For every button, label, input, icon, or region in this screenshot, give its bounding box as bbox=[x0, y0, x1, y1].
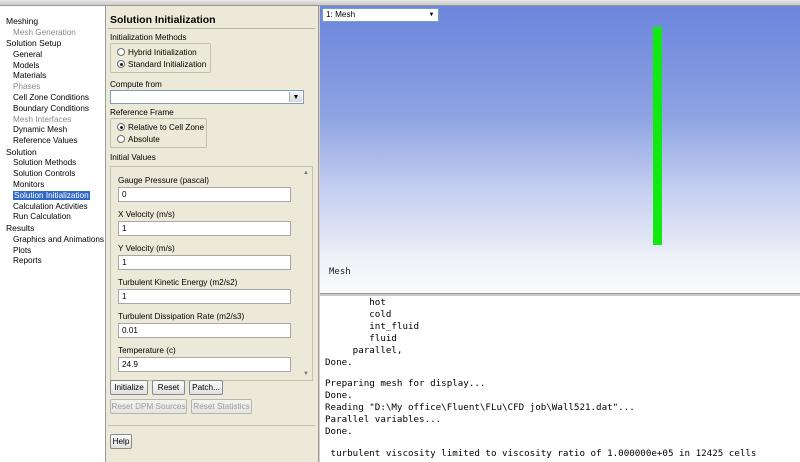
solution-initialization-panel: Solution Initialization Initialization M… bbox=[106, 6, 319, 462]
nav-item-reports[interactable]: Reports bbox=[0, 256, 105, 267]
console-line: Preparing mesh for display... bbox=[325, 378, 486, 389]
initial-values-scrollbar[interactable]: ▲ ▼ bbox=[301, 168, 311, 379]
console-line: Done. bbox=[325, 426, 353, 437]
reset-button[interactable]: Reset bbox=[152, 380, 185, 395]
nav-item-general[interactable]: General bbox=[0, 50, 105, 61]
mesh-geometry bbox=[653, 27, 662, 245]
turbulent-kinetic-energy-input[interactable]: 1 bbox=[118, 289, 291, 304]
reset-statistics-button: Reset Statistics bbox=[191, 399, 252, 414]
gauge-pressure-input[interactable]: 0 bbox=[118, 187, 291, 202]
chevron-down-icon: ▼ bbox=[428, 12, 435, 18]
nav-item-solution-initialization[interactable]: Solution Initialization bbox=[0, 190, 105, 202]
nav-item-solution-methods[interactable]: Solution Methods bbox=[0, 158, 105, 169]
relative-to-cell-zone-radio[interactable]: Relative to Cell Zone bbox=[117, 122, 204, 133]
nav-item-boundary-conditions[interactable]: Boundary Conditions bbox=[0, 104, 105, 115]
absolute-radio[interactable]: Absolute bbox=[117, 134, 160, 145]
nav-item-models[interactable]: Models bbox=[0, 61, 105, 72]
nav-item-graphics-and-animations[interactable]: Graphics and Animations bbox=[0, 235, 105, 246]
radio-on-icon bbox=[117, 123, 125, 131]
console-output[interactable]: hot cold int_fluid fluid parallel, Done.… bbox=[320, 296, 800, 462]
radio-on-icon bbox=[117, 60, 125, 68]
nav-item-cell-zone-conditions[interactable]: Cell Zone Conditions bbox=[0, 93, 105, 104]
turbulent-dissipation-rate-input[interactable]: 0.01 bbox=[118, 323, 291, 338]
help-button[interactable]: Help bbox=[110, 434, 132, 449]
reference-frame-group: Relative to Cell Zone Absolute bbox=[110, 118, 207, 148]
console-line: Done. bbox=[325, 357, 353, 368]
y-velocity-label: Y Velocity (m/s) bbox=[118, 244, 175, 253]
scroll-up-icon[interactable]: ▲ bbox=[301, 168, 311, 178]
reset-dpm-sources-button: Reset DPM Sources bbox=[110, 399, 187, 414]
graphics-window[interactable]: 1: Mesh ▼ Mesh bbox=[320, 6, 800, 293]
console-line: int_fluid bbox=[325, 321, 420, 332]
nav-category-meshing[interactable]: Meshing bbox=[0, 16, 105, 28]
reference-frame-label: Reference Frame bbox=[110, 108, 174, 117]
compute-from-dropdown[interactable]: ▼ bbox=[110, 90, 304, 104]
initial-values-label: Initial Values bbox=[110, 153, 156, 162]
nav-item-dynamic-mesh[interactable]: Dynamic Mesh bbox=[0, 125, 105, 136]
console-line: hot bbox=[325, 297, 386, 308]
init-methods-group: Hybrid Initialization Standard Initializ… bbox=[110, 43, 211, 73]
hybrid-init-radio[interactable]: Hybrid Initialization bbox=[117, 47, 197, 58]
nav-item-materials[interactable]: Materials bbox=[0, 71, 105, 82]
nav-item-phases: Phases bbox=[13, 82, 41, 92]
panel-divider bbox=[108, 425, 315, 426]
nav-item-plots[interactable]: Plots bbox=[0, 246, 105, 257]
graphics-canvas[interactable] bbox=[320, 6, 800, 252]
nav-item-run-calculation[interactable]: Run Calculation bbox=[0, 212, 105, 223]
radio-off-icon bbox=[117, 48, 125, 56]
x-velocity-label: X Velocity (m/s) bbox=[118, 210, 175, 219]
nav-category-results[interactable]: Results bbox=[0, 223, 105, 235]
initialize-button[interactable]: Initialize bbox=[110, 380, 148, 395]
nav-item-mesh-interfaces: Mesh Interfaces bbox=[13, 114, 72, 124]
temperature-input[interactable]: 24.9 bbox=[118, 357, 291, 372]
gauge-pressure-label: Gauge Pressure (pascal) bbox=[118, 176, 210, 185]
x-velocity-input[interactable]: 1 bbox=[118, 221, 291, 236]
patch-button[interactable]: Patch... bbox=[189, 380, 223, 395]
nav-category-solution[interactable]: Solution bbox=[0, 147, 105, 159]
graphics-caption-area bbox=[320, 252, 800, 293]
nav-category-solution-setup[interactable]: Solution Setup bbox=[0, 38, 105, 50]
turbulent-dissipation-rate-label: Turbulent Dissipation Rate (m2/s3) bbox=[118, 312, 245, 321]
nav-item-mesh-generation: Mesh Generation bbox=[13, 27, 76, 37]
graphics-title-label: Mesh bbox=[329, 267, 351, 277]
nav-item-monitors[interactable]: Monitors bbox=[0, 180, 105, 191]
nav-item-calculation-activities[interactable]: Calculation Activities bbox=[0, 202, 105, 213]
panel-title: Solution Initialization bbox=[110, 14, 216, 26]
console-line: cold bbox=[325, 309, 392, 320]
turbulent-kinetic-energy-label: Turbulent Kinetic Energy (m2/s2) bbox=[118, 278, 238, 287]
compute-from-label: Compute from bbox=[110, 80, 162, 89]
console-line: fluid bbox=[325, 333, 397, 344]
console-line: Reading "D:\My office\Fluent\FLu\CFD job… bbox=[325, 402, 635, 413]
graphics-window-select[interactable]: 1: Mesh ▼ bbox=[322, 8, 439, 22]
console-line: turbulent viscosity limited to viscosity… bbox=[325, 448, 757, 459]
title-divider bbox=[108, 28, 315, 29]
y-velocity-input[interactable]: 1 bbox=[118, 255, 291, 270]
init-methods-label: Initialization Methods bbox=[110, 33, 187, 42]
chevron-down-icon: ▼ bbox=[289, 92, 302, 102]
navigation-tree: Meshing Mesh Generation Solution Setup G… bbox=[0, 6, 106, 462]
radio-off-icon bbox=[117, 135, 125, 143]
nav-item-solution-controls[interactable]: Solution Controls bbox=[0, 169, 105, 180]
nav-item-reference-values[interactable]: Reference Values bbox=[0, 136, 105, 147]
initial-values-box: Gauge Pressure (pascal) 0 X Velocity (m/… bbox=[110, 166, 313, 381]
console-line: Parallel variables... bbox=[325, 414, 442, 425]
standard-init-radio[interactable]: Standard Initialization bbox=[117, 59, 206, 70]
console-line: parallel, bbox=[325, 345, 403, 356]
scroll-down-icon[interactable]: ▼ bbox=[301, 369, 311, 379]
console-line: Done. bbox=[325, 390, 353, 401]
temperature-label: Temperature (c) bbox=[118, 346, 176, 355]
